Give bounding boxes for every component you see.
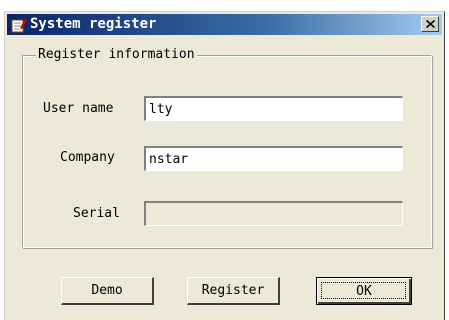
user-name-field[interactable] — [144, 96, 403, 121]
register-button[interactable]: Register — [187, 277, 280, 305]
group-legend: Register information — [36, 47, 197, 63]
close-icon — [425, 20, 435, 28]
company-label: Company — [60, 150, 115, 165]
serial-label: Serial — [73, 206, 120, 221]
user-name-label: User name — [43, 101, 114, 116]
title-bar[interactable]: System register — [7, 14, 442, 35]
company-field[interactable] — [144, 146, 403, 171]
serial-field[interactable] — [144, 201, 403, 226]
close-button[interactable] — [421, 16, 439, 32]
edit-register-icon — [11, 17, 27, 33]
window-title: System register — [30, 16, 157, 32]
ok-button[interactable]: OK — [316, 277, 412, 305]
demo-button[interactable]: Demo — [61, 277, 154, 305]
ok-button-label: OK — [356, 283, 372, 299]
